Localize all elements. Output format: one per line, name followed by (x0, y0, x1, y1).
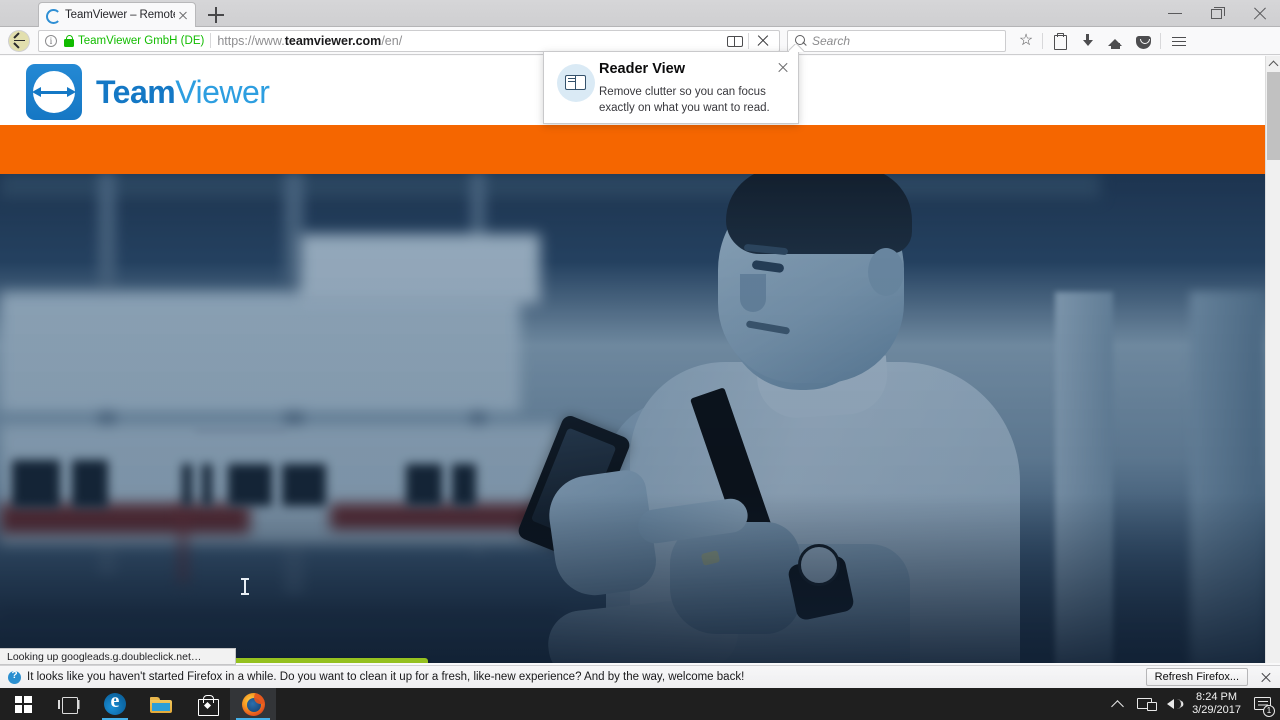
window-controls (1154, 0, 1280, 27)
home-icon[interactable] (1101, 29, 1129, 53)
divider (1042, 32, 1043, 49)
teamviewer-logo[interactable]: TeamViewer (26, 64, 270, 120)
volume-icon[interactable] (1161, 688, 1189, 720)
doorhanger-title: Reader View (599, 61, 685, 77)
folder-icon (150, 696, 172, 713)
taskbar-item-edge[interactable] (92, 688, 138, 720)
scroll-up-arrow-icon[interactable] (1266, 56, 1280, 71)
orange-accent-bar (0, 125, 1265, 174)
library-icon[interactable] (1045, 29, 1073, 53)
divider (210, 33, 212, 48)
url-text: https://www.teamviewer.com/en/ (217, 34, 722, 48)
url-path: /en/ (381, 33, 403, 48)
minimize-button[interactable] (1154, 0, 1196, 27)
pocket-icon[interactable] (1129, 29, 1157, 53)
taskbar-item-firefox[interactable] (230, 688, 276, 720)
stop-loading-icon[interactable] (749, 29, 777, 53)
windows-taskbar: 8:24 PM 3/29/2017 1 (0, 688, 1280, 720)
popup-arrow (789, 44, 804, 52)
windows-flag-icon (14, 695, 32, 713)
show-hidden-icons-button[interactable] (1105, 688, 1131, 720)
vertical-scrollbar[interactable] (1265, 56, 1280, 663)
logo-word-light: Viewer (175, 73, 270, 110)
status-text: Looking up googleads.g.doubleclick.net… (0, 648, 236, 665)
logo-word-bold: Team (96, 73, 176, 110)
reader-view-icon[interactable] (722, 29, 748, 53)
text-cursor (241, 578, 249, 595)
address-bar[interactable]: i TeamViewer GmbH (DE) https://www.teamv… (38, 29, 780, 53)
notification-count-badge: 1 (1263, 705, 1275, 717)
question-mark-icon (8, 670, 21, 684)
clock-time: 8:24 PM (1196, 691, 1238, 703)
taskbar-item-store[interactable] (184, 688, 230, 720)
padlock-icon[interactable] (62, 34, 75, 48)
divider (1160, 32, 1161, 49)
screen: TeamViewer – Remote Su... i TeamViewer G… (0, 0, 1280, 720)
edge-icon (104, 693, 126, 715)
close-icon[interactable] (1256, 667, 1276, 687)
new-tab-button[interactable] (205, 4, 227, 26)
close-icon[interactable] (776, 60, 790, 74)
refresh-firefox-button[interactable]: Refresh Firefox... (1145, 668, 1248, 686)
page-viewport: TeamViewer (0, 56, 1265, 663)
close-icon[interactable] (175, 7, 191, 23)
notification-text: It looks like you haven't started Firefo… (27, 671, 745, 683)
double-arrow-glyph (32, 85, 76, 98)
tab-strip: TeamViewer – Remote Su... (0, 0, 1280, 27)
firefox-icon (241, 692, 265, 716)
toolbar-icon-group: ☆ (1012, 29, 1192, 53)
taskbar-item-explorer[interactable] (138, 688, 184, 720)
browser-tab[interactable]: TeamViewer – Remote Su... (38, 2, 196, 27)
search-placeholder: Search (812, 33, 851, 48)
scrollbar-thumb[interactable] (1267, 72, 1280, 160)
book-lines-glyph (568, 78, 575, 80)
task-view-icon (58, 696, 80, 714)
info-icon[interactable]: i (41, 31, 61, 51)
system-tray: 8:24 PM 3/29/2017 1 (1105, 688, 1280, 720)
store-bag-icon (197, 694, 219, 716)
hamburger-menu-icon[interactable] (1164, 29, 1192, 53)
task-view-button[interactable] (46, 688, 92, 720)
book-glyph (727, 35, 743, 47)
start-button[interactable] (0, 688, 46, 720)
doorhanger-body: Remove clutter so you can focus exactly … (599, 86, 770, 114)
clock[interactable]: 8:24 PM 3/29/2017 (1189, 688, 1248, 720)
site-identity-owner: TeamViewer GmbH (DE) (78, 34, 205, 47)
action-center-button[interactable]: 1 (1248, 688, 1280, 720)
logo-wordmark: TeamViewer (96, 73, 270, 111)
search-input[interactable]: Search (787, 29, 1006, 52)
back-button[interactable] (5, 27, 34, 54)
url-domain: teamviewer.com (284, 33, 382, 48)
url-scheme: https://www. (217, 33, 285, 48)
tab-title: TeamViewer – Remote Su... (65, 9, 175, 21)
download-icon[interactable] (1073, 29, 1101, 53)
hero-photo (0, 174, 1265, 663)
bookmark-star-icon[interactable]: ☆ (1012, 29, 1040, 53)
refresh-firefox-label: Refresh Firefox... (1154, 671, 1239, 683)
firefox-window: TeamViewer – Remote Su... i TeamViewer G… (0, 0, 1280, 688)
notification-bar: It looks like you haven't started Firefo… (0, 665, 1280, 688)
restore-button[interactable] (1196, 0, 1238, 27)
loading-spinner-icon (45, 8, 61, 24)
teamviewer-double-arrow-icon (26, 64, 82, 120)
network-icon[interactable] (1131, 688, 1161, 720)
clock-date: 3/29/2017 (1192, 704, 1241, 716)
blue-duotone-overlay (0, 174, 1265, 663)
hero-banner (0, 174, 1265, 663)
reader-view-book-icon (557, 64, 595, 102)
reader-view-doorhanger: Reader View Remove clutter so you can fo… (543, 51, 799, 124)
arrow-left-icon (14, 39, 25, 42)
close-window-button[interactable] (1238, 0, 1280, 27)
